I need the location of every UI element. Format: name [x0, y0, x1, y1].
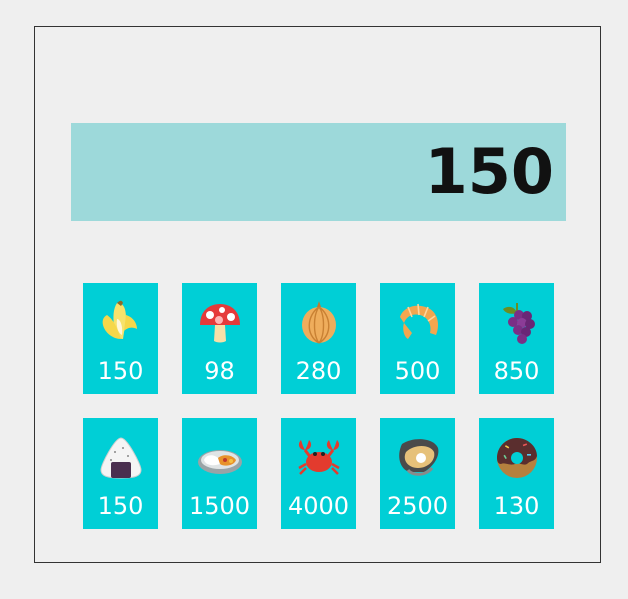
item-price: 150 — [97, 492, 144, 520]
item-price: 2500 — [386, 492, 449, 520]
item-price: 130 — [493, 492, 540, 520]
total-value: 150 — [424, 135, 554, 208]
crab-icon — [281, 428, 356, 488]
item-tile-banana[interactable]: 150 — [83, 283, 158, 394]
item-price: 150 — [97, 357, 144, 385]
item-price: 500 — [394, 357, 441, 385]
calculator-panel: 150 150 98 280 500 850 150 1500 4000 250… — [34, 26, 601, 563]
mushroom-icon — [182, 293, 257, 353]
item-price: 98 — [204, 357, 235, 385]
doughnut-icon — [479, 428, 554, 488]
item-price: 280 — [295, 357, 342, 385]
croissant-icon — [380, 293, 455, 353]
item-tile-curry-rice[interactable]: 1500 — [182, 418, 257, 529]
item-price: 850 — [493, 357, 540, 385]
total-display: 150 — [71, 123, 566, 221]
item-tile-grapes[interactable]: 850 — [479, 283, 554, 394]
curry-rice-icon — [182, 428, 257, 488]
item-tile-rice-ball[interactable]: 150 — [83, 418, 158, 529]
banana-icon — [83, 293, 158, 353]
item-tile-mushroom[interactable]: 98 — [182, 283, 257, 394]
item-tile-croissant[interactable]: 500 — [380, 283, 455, 394]
item-price: 1500 — [188, 492, 251, 520]
item-tile-doughnut[interactable]: 130 — [479, 418, 554, 529]
item-tile-oyster[interactable]: 2500 — [380, 418, 455, 529]
grapes-icon — [479, 293, 554, 353]
onion-icon — [281, 293, 356, 353]
rice-ball-icon — [83, 428, 158, 488]
item-price: 4000 — [287, 492, 350, 520]
item-tile-crab[interactable]: 4000 — [281, 418, 356, 529]
oyster-icon — [380, 428, 455, 488]
item-tile-onion[interactable]: 280 — [281, 283, 356, 394]
